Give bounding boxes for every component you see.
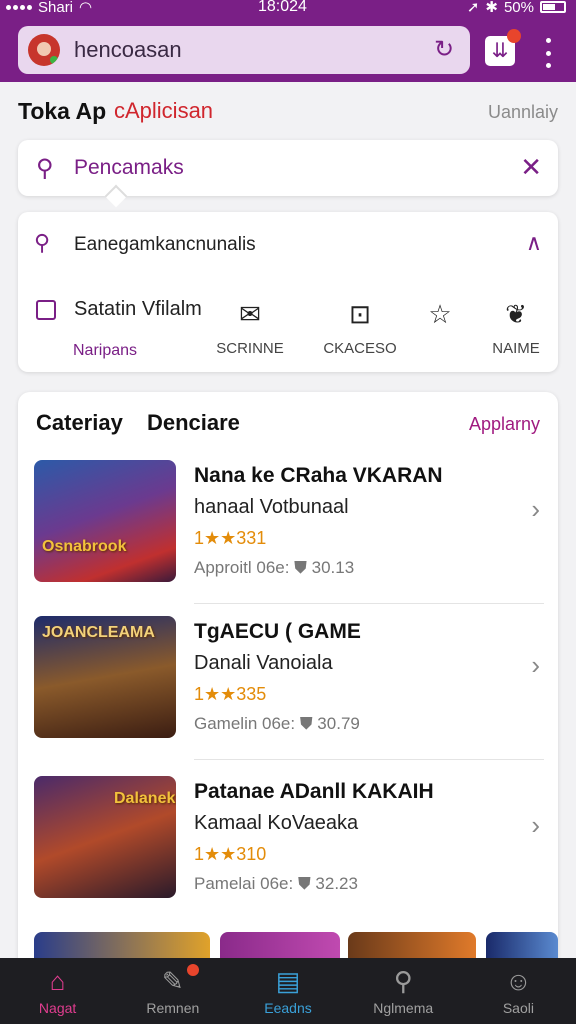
list-item[interactable]: Dalanek Patanae ADanll KAKAIH Kamaal KoV…	[18, 770, 558, 920]
bluetooth-icon: ✱	[485, 0, 498, 16]
tab-edit[interactable]: ✎ Remnen	[115, 958, 230, 1024]
search-input[interactable]: Pencamaks	[74, 156, 184, 180]
thumbnail-logo-text: Osnabrook	[42, 538, 127, 555]
app-thumbnail: JOANCLEAMA	[34, 616, 176, 738]
list-header: Cateriay Denciare	[36, 410, 258, 436]
item-title: Nana ke CRaha VKARAN	[194, 464, 443, 487]
checkbox-label: Satatin Vfilalm	[74, 298, 202, 320]
downloads-button[interactable]: ⇊	[485, 29, 521, 66]
item-title: Patanae ADanll KAKAIH	[194, 780, 434, 803]
filter-option-naime[interactable]: ❦ NAIME	[466, 296, 566, 357]
bottom-navigation: ⌂ Nagat ✎ Remnen ▤ Eeadns ⚲ Nglmema ☺ Sa…	[0, 958, 576, 1024]
list-item[interactable]: JOANCLEAMA TgAECU ( GAME Danali Vanoiala…	[18, 610, 558, 760]
wifi-icon: ◠	[79, 0, 93, 16]
item-subtitle: Kamaal KoVaeaka	[194, 812, 359, 834]
filter-search-text[interactable]: Eanegamkancnunalis	[74, 234, 256, 256]
title-row-link[interactable]: Uannlaiy	[488, 102, 558, 123]
filter-nav-label[interactable]: Naripans	[73, 342, 137, 360]
tab-search[interactable]: ⚲ Nglmema	[346, 958, 461, 1024]
top-search-query[interactable]: hencoasan	[74, 37, 182, 63]
edit-icon: ✎	[161, 966, 184, 996]
battery-icon	[540, 1, 566, 13]
notification-badge	[507, 29, 521, 43]
chevron-right-icon[interactable]: ›	[531, 494, 540, 525]
chevron-up-icon[interactable]: ∧	[526, 230, 542, 256]
top-search-bar[interactable]: hencoasan ↻	[18, 26, 470, 74]
item-rating: 1★★335	[194, 684, 267, 704]
option-label: CKACESO	[323, 340, 397, 357]
signal-icon	[6, 4, 32, 10]
refresh-icon[interactable]: ↻	[432, 38, 456, 62]
list-header-left: Cateriay	[36, 410, 123, 435]
chevron-right-icon[interactable]: ›	[531, 650, 540, 681]
filter-panel: ⚲ Eanegamkancnunalis ∧ Satatin Vfilalm N…	[18, 212, 558, 372]
controller-icon: ❦	[505, 299, 527, 329]
list-header-mid: Denciare	[146, 410, 240, 435]
page-title: Toka Ap	[18, 98, 107, 124]
location-icon: ➚	[466, 0, 480, 16]
list-item[interactable]: Osnabrook Nana ke CRaha VKARAN hanaal Vo…	[18, 454, 558, 604]
item-meta: Pamelai 06e: ⛊ 32.23	[194, 874, 358, 893]
close-icon[interactable]: ✕	[520, 152, 542, 183]
app-header: Shari ◠ 18:024 ➚ ✱ 50% hencoasan ↻ ⇊	[0, 0, 576, 82]
status-bar: Shari ◠ 18:024 ➚ ✱ 50%	[0, 0, 576, 18]
item-rating: 1★★331	[194, 528, 267, 548]
tab-profile[interactable]: ☺ Saoli	[461, 958, 576, 1024]
item-title: TgAECU ( GAME	[194, 620, 361, 643]
search-icon: ⚲	[34, 230, 51, 255]
status-time: 18:024	[258, 0, 307, 15]
home-icon: ⌂	[49, 966, 66, 996]
see-all-link[interactable]: Applarny	[469, 414, 540, 435]
check-download-icon: ⇊	[491, 40, 509, 62]
carrier-name: Shari	[38, 0, 74, 16]
dropdown-caret	[104, 184, 128, 208]
chevron-right-icon[interactable]: ›	[531, 810, 540, 841]
notification-badge	[186, 964, 199, 976]
tab-label: Eeadns	[264, 1000, 312, 1016]
profile-icon: ☺	[505, 966, 532, 996]
tab-label: Remnen	[146, 1000, 200, 1016]
divider	[194, 603, 544, 604]
search-field[interactable]: ⚲ Pencamaks ✕	[18, 140, 558, 208]
divider	[194, 759, 544, 760]
app-list: Cateriay Denciare Applarny Osnabrook Nan…	[18, 392, 558, 972]
item-meta: Gamelin 06e: ⛊ 30.79	[194, 714, 360, 733]
item-subtitle: Danali Vanoiala	[194, 652, 333, 674]
item-subtitle: hanaal Votbunaal	[194, 496, 349, 518]
tab-home[interactable]: ⌂ Nagat	[0, 958, 115, 1024]
tab-label: Nagat	[38, 1000, 77, 1016]
tab-label: Nglmema	[373, 1000, 434, 1016]
tab-label: Saoli	[502, 1000, 534, 1016]
search-icon: ⚲	[393, 966, 413, 996]
page-title-row: Toka Ap cAplicisan Uannlaiy	[18, 96, 558, 128]
thumbnail-logo-text: Dalanek	[114, 790, 176, 807]
overflow-menu-icon[interactable]	[538, 38, 558, 68]
option-label: SCRINNE	[216, 340, 284, 357]
search-icon: ⚲	[36, 155, 54, 182]
avatar[interactable]	[28, 34, 60, 66]
battery-percent: 50%	[503, 0, 534, 16]
thumbnail-logo-text: JOANCLEAMA	[42, 624, 155, 641]
item-rating: 1★★310	[194, 844, 267, 864]
inbox-icon: ▤	[275, 966, 301, 996]
filter-checkbox[interactable]	[36, 300, 56, 320]
option-label: NAIME	[492, 340, 540, 357]
filter-option-scrinne[interactable]: ✉ SCRINNE	[200, 296, 300, 357]
item-meta: Approitl 06e: ⛊ 30.13	[194, 558, 355, 577]
app-thumbnail: Osnabrook	[34, 460, 176, 582]
page-title-highlight: cAplicisan	[114, 98, 214, 123]
tab-inbox[interactable]: ▤ Eeadns	[230, 958, 345, 1024]
ticket-icon: ✉	[239, 299, 261, 329]
app-thumbnail: Dalanek	[34, 776, 176, 898]
